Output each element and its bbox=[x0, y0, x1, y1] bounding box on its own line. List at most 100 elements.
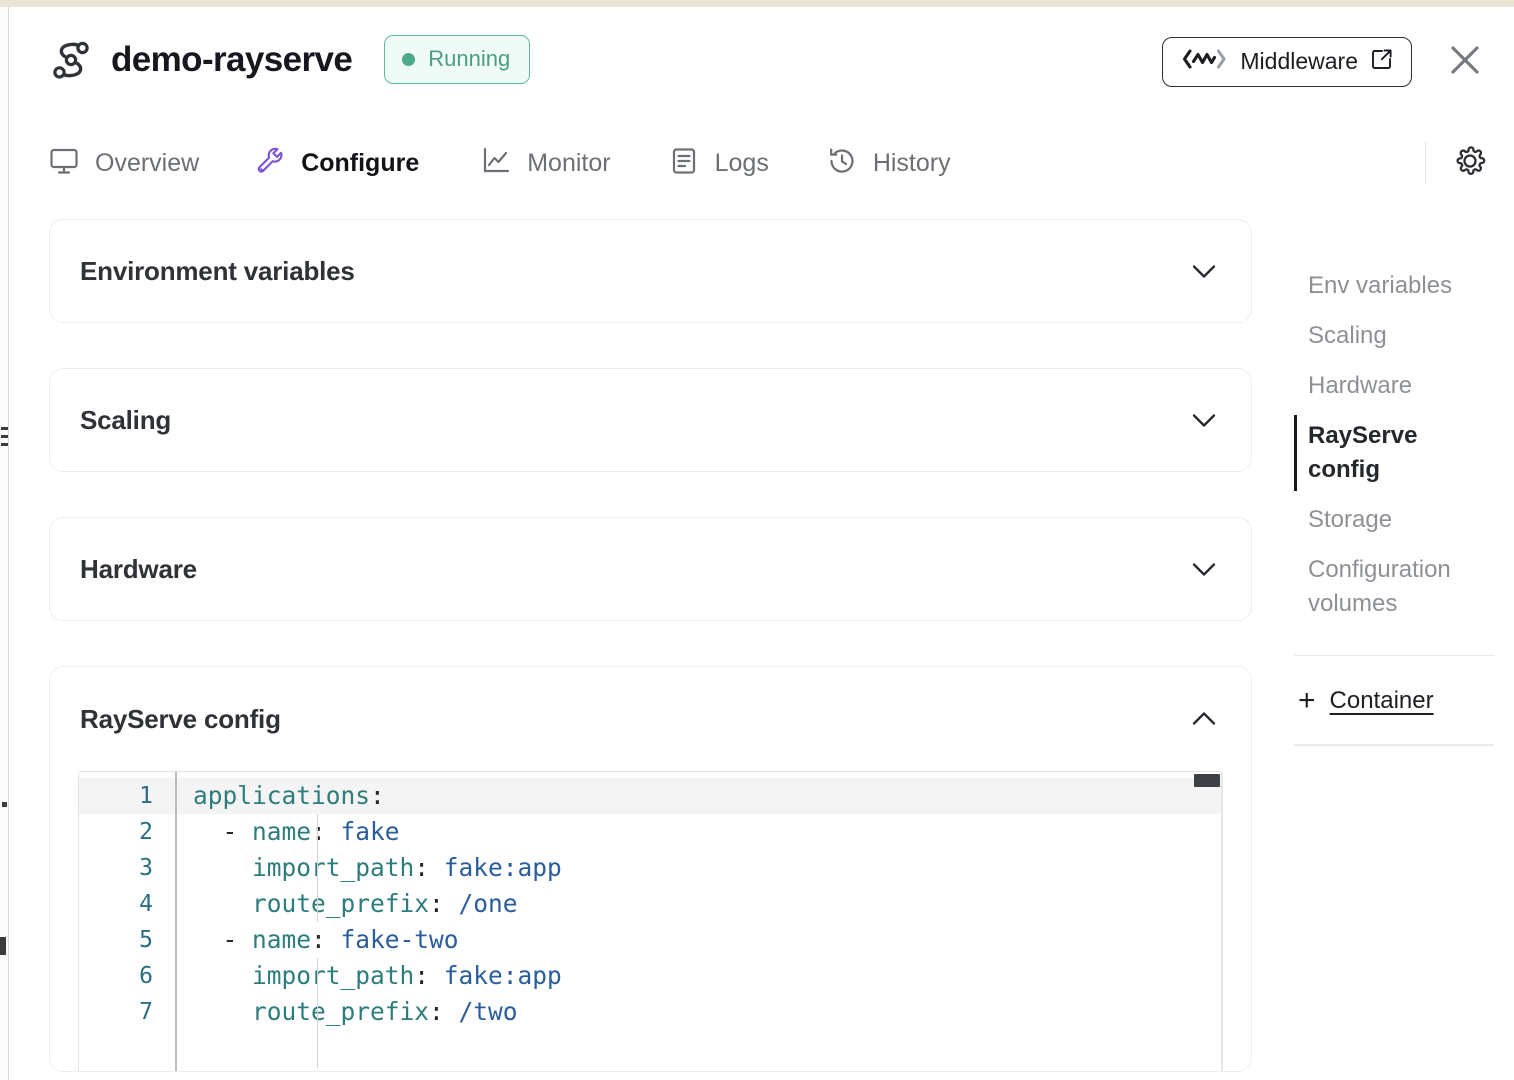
sidebar-item-configuration-volumes[interactable]: Configuration volumes bbox=[1294, 545, 1494, 629]
settings-button[interactable] bbox=[1452, 145, 1488, 181]
line-number: 7 bbox=[139, 999, 153, 1025]
sidebar-item-label: Storage bbox=[1308, 506, 1393, 533]
sidebar-item-scaling[interactable]: Scaling bbox=[1294, 311, 1494, 361]
app-root: demo-rayserve Running Middleware Overvie… bbox=[0, 0, 1514, 1080]
middleware-logo-icon bbox=[1181, 48, 1227, 75]
section-title: Scaling bbox=[80, 404, 172, 435]
code-line-text: - name: fake-two bbox=[193, 925, 459, 954]
middleware-button-label: Middleware bbox=[1240, 48, 1358, 74]
editor-right-border bbox=[1220, 772, 1222, 1071]
tab-monitor[interactable]: Monitor bbox=[481, 146, 611, 181]
sidebar-divider-bottom bbox=[1294, 744, 1494, 746]
status-dot-icon bbox=[402, 52, 416, 66]
sidebar-item-rayserve-config[interactable]: RayServe config bbox=[1294, 411, 1494, 495]
clock-history-icon bbox=[827, 146, 857, 181]
tab-bar-right bbox=[1424, 135, 1489, 191]
code-line-text: - name: fake bbox=[193, 817, 400, 846]
editor-vertical-scrollbar[interactable] bbox=[1194, 774, 1220, 787]
line-number: 4 bbox=[139, 891, 153, 917]
close-button[interactable] bbox=[1442, 39, 1488, 85]
sidebar-item-env-variables[interactable]: Env variables bbox=[1294, 261, 1494, 311]
section-card-hardware: Hardware bbox=[49, 517, 1252, 621]
tab-bar: Overview Configure Monitor Logs History bbox=[49, 135, 1488, 191]
section-header-rayserve-config[interactable]: RayServe config bbox=[50, 667, 1251, 771]
tab-history-label: History bbox=[872, 148, 951, 177]
sidebar-item-hardware[interactable]: Hardware bbox=[1294, 361, 1494, 411]
sidebar-item-label: Env variables bbox=[1308, 272, 1453, 299]
line-chart-icon bbox=[481, 146, 511, 181]
wrench-icon bbox=[255, 146, 285, 181]
tab-logs[interactable]: Logs bbox=[669, 146, 769, 181]
status-badge: Running bbox=[384, 35, 531, 84]
page-background-band bbox=[0, 0, 1514, 7]
section-title: RayServe config bbox=[80, 703, 281, 734]
chevron-down-icon[interactable] bbox=[1189, 256, 1219, 286]
tab-history[interactable]: History bbox=[827, 146, 951, 181]
close-icon bbox=[1447, 42, 1483, 83]
code-line-text: applications: bbox=[193, 781, 385, 810]
header-right-group: Middleware bbox=[1162, 37, 1488, 87]
section-header-scaling[interactable]: Scaling bbox=[50, 369, 1251, 471]
sidebar-item-label: Configuration volumes bbox=[1308, 556, 1451, 617]
section-card-env-variables: Environment variables bbox=[49, 219, 1252, 323]
tab-monitor-label: Monitor bbox=[527, 148, 611, 177]
rayserve-yaml-editor[interactable]: 1 applications: 2 - name: fake 3 import_pat… bbox=[78, 771, 1223, 1071]
section-title: Hardware bbox=[80, 553, 197, 584]
configure-modal-panel: demo-rayserve Running Middleware Overvie… bbox=[11, 7, 1514, 1080]
background-list-icon bbox=[1, 427, 8, 451]
chevron-down-icon[interactable] bbox=[1189, 554, 1219, 584]
section-title: Environment variables bbox=[80, 255, 355, 286]
header-left-group: demo-rayserve Running bbox=[49, 35, 531, 84]
code-line[interactable]: 5 - name: fake-two bbox=[79, 922, 1222, 958]
code-line[interactable]: 4 route_prefix: /one bbox=[79, 886, 1222, 922]
add-container-button[interactable]: + Container bbox=[1294, 656, 1494, 744]
sidebar-item-storage[interactable]: Storage bbox=[1294, 495, 1494, 545]
gear-icon bbox=[1454, 145, 1486, 182]
code-line[interactable]: 6 import_path: fake:app bbox=[79, 958, 1222, 994]
page-title: demo-rayserve bbox=[111, 39, 353, 79]
external-link-icon bbox=[1371, 48, 1393, 75]
tab-configure[interactable]: Configure bbox=[255, 146, 419, 181]
tab-overview[interactable]: Overview bbox=[49, 146, 199, 181]
indent-guide bbox=[317, 958, 319, 1068]
code-editor-surface[interactable]: 1 applications: 2 - name: fake 3 import_pat… bbox=[79, 772, 1222, 1030]
section-card-scaling: Scaling bbox=[49, 368, 1252, 472]
configure-sections: Environment variables Scaling Hardware R… bbox=[49, 219, 1252, 1080]
code-line-text: route_prefix: /two bbox=[252, 997, 518, 1026]
document-lines-icon bbox=[669, 146, 699, 181]
tab-configure-label: Configure bbox=[301, 148, 420, 177]
indent-guide bbox=[317, 814, 319, 922]
underlying-page-sliver bbox=[0, 7, 9, 1080]
code-line[interactable]: 1 applications: bbox=[79, 778, 1222, 814]
tab-logs-label: Logs bbox=[714, 148, 769, 177]
add-container-label: Container bbox=[1329, 687, 1434, 715]
background-marker bbox=[2, 802, 7, 807]
chevron-down-icon[interactable] bbox=[1189, 405, 1219, 435]
modal-header: demo-rayserve Running Middleware bbox=[49, 35, 1488, 105]
code-line[interactable]: 7 route_prefix: /two bbox=[79, 994, 1222, 1030]
code-line-text: route_prefix: /one bbox=[252, 889, 518, 918]
editor-gutter-divider bbox=[175, 772, 177, 1071]
tab-overview-label: Overview bbox=[95, 148, 200, 177]
section-header-env-variables[interactable]: Environment variables bbox=[50, 220, 1251, 322]
line-number: 6 bbox=[139, 963, 153, 989]
line-number: 5 bbox=[139, 927, 153, 953]
code-line-text: import_path: fake:app bbox=[252, 853, 562, 882]
section-header-hardware[interactable]: Hardware bbox=[50, 518, 1251, 620]
code-line[interactable]: 3 import_path: fake:app bbox=[79, 850, 1222, 886]
sidebar-item-label: Hardware bbox=[1308, 372, 1413, 399]
section-nav-sidebar: Env variables Scaling Hardware RayServe … bbox=[1294, 261, 1494, 746]
line-number: 3 bbox=[139, 855, 153, 881]
plus-icon: + bbox=[1298, 684, 1316, 718]
code-line[interactable]: 2 - name: fake bbox=[79, 814, 1222, 850]
line-number: 2 bbox=[139, 819, 153, 845]
section-card-rayserve-config: RayServe config 1 applications: 2 - name: … bbox=[49, 666, 1252, 1072]
tab-bar-divider bbox=[1424, 142, 1426, 184]
status-label: Running bbox=[428, 46, 511, 71]
background-block bbox=[0, 937, 6, 955]
middleware-button[interactable]: Middleware bbox=[1162, 37, 1412, 87]
code-line-text: import_path: fake:app bbox=[252, 961, 562, 990]
sidebar-item-label: RayServe config bbox=[1308, 422, 1418, 483]
chevron-up-icon[interactable] bbox=[1189, 704, 1219, 734]
sidebar-item-label: Scaling bbox=[1308, 322, 1387, 349]
